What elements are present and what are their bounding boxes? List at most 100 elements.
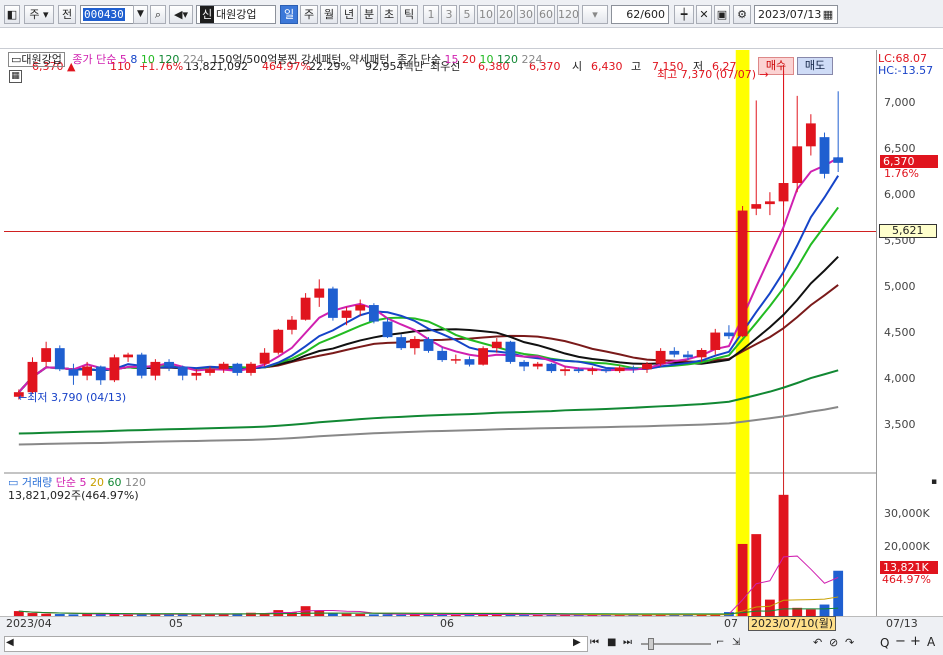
chart-scrollbar[interactable] [4,636,588,652]
candle-body [341,310,352,318]
legend-ma2-224: 224 [521,53,543,66]
legend-ma-8: 8 [130,53,138,66]
candle-body [191,372,202,376]
gear-icon[interactable]: ⚙ [733,5,751,24]
interval-60-button[interactable]: 60 [537,5,555,24]
zoom-fit-icon[interactable]: ⌐ [716,637,724,648]
search-icon[interactable]: ⌕ [150,5,166,24]
hc-indicator: HC:-13.57 [878,64,934,77]
interval-3-button[interactable]: 3 [441,5,457,24]
candle-body [41,348,52,362]
high-annotation: 최고 7,370 (07/07) → [657,68,769,81]
candle-body [737,210,748,337]
font-size-icon[interactable]: A [927,635,935,649]
volume-ma-5-line [18,555,839,616]
candle-body [314,288,325,298]
candle-body [628,367,639,370]
interval-30-button[interactable]: 30 [517,5,535,24]
data-count-field[interactable]: 62/600 [611,5,669,24]
interval-5-button[interactable]: 5 [459,5,475,24]
price-chart[interactable] [4,50,876,616]
legend-pattern-weak: 약세패턴 [349,53,390,66]
legend-vol-ma-5: 5 [79,476,87,489]
stock-name-field[interactable]: 신 대원강업 [196,5,276,24]
quote-bar: 6,370 ▲ 110 +1.76% 13,821,092 464.97% 22… [0,28,943,75]
interval-dropdown-icon[interactable]: ▾ [582,5,608,24]
period-second-button[interactable]: 초 [380,5,398,24]
market-select[interactable]: 주 ▾ [24,5,54,24]
minus-icon[interactable]: − [895,634,906,649]
zoom-in-icon[interactable]: Q [880,636,889,650]
jump-first-icon[interactable]: ⏮ [590,637,599,648]
candle-body [54,348,65,370]
period-day-button[interactable]: 일 [280,5,298,24]
scroll-left-icon[interactable]: ◀ [6,637,14,648]
legend-volume-title: 거래량 [21,476,53,489]
candle-type-icon[interactable]: ┿ [674,5,694,24]
volume-bar [751,534,762,616]
jump-last-icon[interactable]: ⏭ [623,637,632,648]
candle-body [464,359,475,365]
legend-vol-ma-120: 120 [125,476,147,489]
legend-vol-ma-title: 단순 [55,476,77,489]
period-week-button[interactable]: 주 [300,5,318,24]
calendar-icon[interactable]: ▦ [820,6,836,23]
redo-icon[interactable]: ↷ [845,636,854,649]
plus-icon[interactable]: + [910,634,921,649]
volume-legend: ▭ 거래량 단순 5 20 60 120 [8,476,146,490]
reference-price-marker: 5,621 [879,224,937,238]
candle-body [696,349,707,358]
interval-10-button[interactable]: 10 [477,5,495,24]
price-tick: 6,500 [884,142,916,155]
stop-icon[interactable]: ■ [607,637,616,648]
candle-body [259,352,270,364]
cross-line-icon[interactable]: ✕ [696,5,712,24]
date-label: 2023/04 [6,617,52,630]
zoom-slider-handle[interactable] [648,638,654,650]
legend-volume-icon: ▭ [8,476,19,489]
candle-body [82,366,93,376]
grid-toggle-icon[interactable]: ▦ [9,70,22,83]
current-pct-label: 1.76% [884,167,919,180]
legend-vol-ma-20: 20 [90,476,105,489]
pane-menu-icon[interactable]: ▪ [931,477,937,487]
save-icon[interactable]: ▣ [714,5,730,24]
candle-body [287,319,297,330]
period-minute-button[interactable]: 분 [360,5,378,24]
all-toggle[interactable]: 전 [58,5,76,24]
candle-body [273,329,284,353]
candle-body [792,146,803,184]
current-volume-pct: 464.97% [882,573,931,586]
legend-vol-ma-60: 60 [107,476,122,489]
price-tick: 6,000 [884,188,916,201]
price-tick: 3,500 [884,418,916,431]
candle-body [232,363,243,373]
code-dropdown-icon[interactable]: ▼ [133,5,148,24]
volume-tick: 30,000K [884,507,930,520]
undo-icon[interactable]: ↶ [813,636,822,649]
interval-120-button[interactable]: 120 [557,5,579,24]
candle-body [642,363,652,370]
date-label: 05 [169,617,183,630]
legend-ma2-title: 종가 단순 [397,53,441,66]
period-month-button[interactable]: 월 [320,5,338,24]
date-label: 06 [440,617,454,630]
candle-body [246,363,256,373]
legend-box-icon: ▭ [11,53,22,66]
candle-body [805,123,816,147]
interval-20-button[interactable]: 20 [497,5,515,24]
legend-ma2-15: 15 [444,53,459,66]
zoom-range-icon[interactable]: ⇲ [732,637,740,648]
volume-bar [737,543,748,616]
period-tick-button[interactable]: 틱 [400,5,418,24]
candle-body [614,367,625,372]
candle-body [587,369,598,372]
speaker-icon[interactable]: ◀▾ [169,5,193,24]
panel-toggle-icon[interactable]: ◧ [4,5,20,24]
period-year-button[interactable]: 년 [340,5,358,24]
interval-1-button[interactable]: 1 [423,5,439,24]
scroll-right-icon[interactable]: ▶ [573,637,581,648]
volume-bar [764,599,775,616]
lock-icon[interactable]: ⊘ [829,636,838,649]
candle-body [300,297,311,320]
